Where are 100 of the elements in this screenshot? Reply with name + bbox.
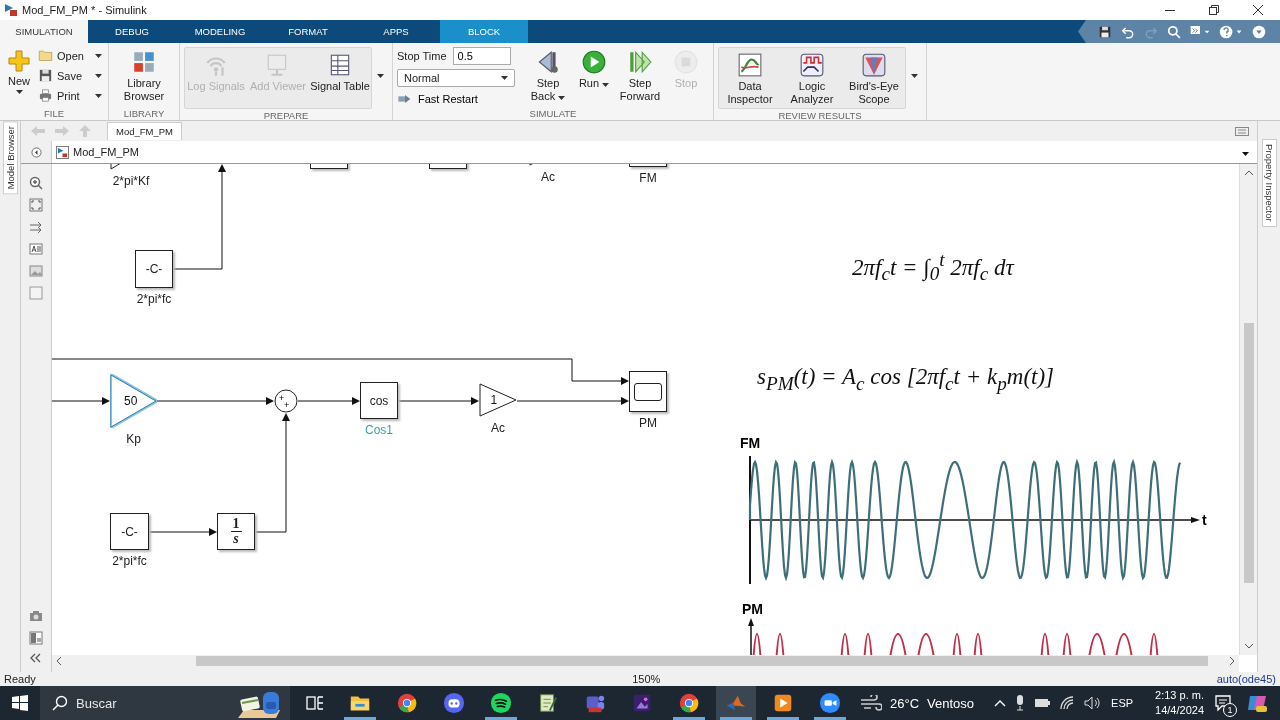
temperature[interactable]: 26°C xyxy=(890,695,920,711)
search-field[interactable]: Buscar xyxy=(40,686,290,720)
task-view-icon[interactable] xyxy=(306,695,324,711)
arrows-icon[interactable] xyxy=(29,220,43,234)
fast-restart-button[interactable]: Fast Restart xyxy=(397,91,515,107)
clock[interactable]: 2:13 p. m. 14/4/2024 xyxy=(1155,688,1204,718)
caret-icon xyxy=(910,74,918,78)
panel-icon[interactable] xyxy=(29,631,43,645)
caret-icon xyxy=(602,83,610,87)
group-label: LIBRARY xyxy=(122,107,166,120)
panel-tab[interactable]: Property Inspector xyxy=(1261,139,1277,227)
fit-view-icon[interactable] xyxy=(29,198,43,212)
wifi-icon[interactable] xyxy=(1059,696,1076,710)
app-icon xyxy=(631,692,653,714)
ribbon-button[interactable]: Step Back xyxy=(525,47,571,105)
chevron-icon[interactable] xyxy=(994,699,1007,707)
equation: s$_{PM}$(t) = A$_{c}$ cos [2πf$_{c}$t + k$_{p}$m(t)] xyxy=(757,364,1055,395)
block-label: 2*pi*Kf xyxy=(112,174,150,188)
group-label: FILE xyxy=(42,107,66,120)
ribbon-button[interactable]: Step Forward xyxy=(617,47,663,105)
battery-icon[interactable] xyxy=(1034,698,1051,708)
caret-icon xyxy=(95,73,102,78)
browser-icon xyxy=(678,692,700,714)
scroll-left-icon[interactable] xyxy=(56,657,61,665)
solver-link[interactable]: auto(ode45) xyxy=(1216,673,1276,685)
vertical-scrollbar[interactable] xyxy=(1239,164,1257,656)
scroll-right-icon[interactable] xyxy=(1230,657,1235,665)
start-icon xyxy=(12,695,28,711)
block-label: Kp xyxy=(126,432,141,446)
block-label: FM xyxy=(639,171,657,185)
block-label: Ac xyxy=(491,421,505,435)
line-chart-icon xyxy=(737,52,763,78)
ribbon-tab[interactable]: MODELING xyxy=(176,20,264,43)
weather-condition[interactable]: Ventoso xyxy=(927,695,975,711)
search-icon[interactable] xyxy=(1167,24,1181,39)
scroll-down-icon[interactable] xyxy=(1244,644,1253,650)
caret-icon xyxy=(15,90,23,94)
menu-icon[interactable] xyxy=(1252,24,1266,39)
ribbon-button[interactable]: Logic Analyzer xyxy=(781,50,843,108)
mode-dropdown[interactable]: Normal xyxy=(397,69,515,87)
ribbon-button[interactable]: Print xyxy=(36,87,104,104)
wind-icon xyxy=(860,695,882,711)
keyboard-icon[interactable] xyxy=(1235,126,1249,136)
ribbon-button[interactable]: Save xyxy=(36,67,104,84)
camera-icon[interactable] xyxy=(29,609,43,623)
constant-block: -C- xyxy=(110,513,149,550)
breadcrumb[interactable]: Mod_FM_PM xyxy=(73,146,140,158)
signal-line xyxy=(148,528,217,536)
zoom-icon[interactable] xyxy=(29,176,43,190)
text-icon[interactable] xyxy=(29,242,43,256)
grid-icon xyxy=(131,49,157,75)
block-label: Ac xyxy=(541,170,555,184)
signal-line xyxy=(52,397,110,405)
stop-time-field[interactable]: 0.5 xyxy=(452,47,511,65)
ribbon-tab[interactable]: DEBUG xyxy=(88,20,176,43)
ribbon-button[interactable]: Data Inspector xyxy=(719,50,781,108)
ribbon-button[interactable]: Signal Table xyxy=(309,50,371,95)
group-label: REVIEW RESULTS xyxy=(777,109,863,122)
ribbon-button[interactable]: Run xyxy=(571,47,617,92)
ribbon-button[interactable]: Library Browser xyxy=(113,47,175,105)
axis-label: t xyxy=(1202,512,1207,528)
scroll-up-icon[interactable] xyxy=(1244,170,1253,175)
language-indicator[interactable]: ESP xyxy=(1111,697,1134,709)
function-block: cos xyxy=(360,382,398,419)
document-tab[interactable]: Mod_FM_PM xyxy=(107,122,182,140)
ribbon-tab[interactable]: BLOCK xyxy=(440,20,528,43)
collapse-icon[interactable] xyxy=(30,653,42,663)
square-wave-icon xyxy=(799,52,825,78)
ribbon-tab[interactable]: SIMULATION xyxy=(0,20,88,43)
axis-label: FM xyxy=(740,435,761,451)
folder-icon xyxy=(38,48,53,63)
horizontal-scrollbar[interactable] xyxy=(52,655,1239,672)
signal-line xyxy=(297,397,360,405)
ribbon-tab[interactable]: APPS xyxy=(352,20,440,43)
panel-tab[interactable]: Model Browser xyxy=(2,121,18,195)
minimize-icon xyxy=(1165,9,1175,11)
gain-block: 50 xyxy=(110,374,157,428)
play-icon xyxy=(581,49,607,75)
notification-icon[interactable] xyxy=(1214,694,1232,712)
microphone-icon[interactable] xyxy=(1015,695,1026,711)
caret-icon xyxy=(376,74,384,78)
speaker-icon[interactable] xyxy=(1084,696,1103,710)
restore-icon xyxy=(1209,5,1219,15)
close-icon xyxy=(1253,5,1263,15)
notepad-icon xyxy=(537,692,559,714)
app-icon xyxy=(4,3,18,17)
plus-icon xyxy=(7,49,31,73)
model-icon xyxy=(56,145,69,159)
ribbon-button[interactable]: Bird's-Eye Scope xyxy=(843,50,905,108)
printer-icon xyxy=(38,88,53,103)
ribbon-button[interactable]: New xyxy=(4,47,34,96)
music-icon xyxy=(490,692,512,714)
ribbon-button[interactable]: Open xyxy=(36,47,104,64)
help-icon[interactable] xyxy=(1219,24,1243,39)
y-axis xyxy=(748,618,754,656)
block-label: Cos1 xyxy=(365,423,393,437)
hide-icon[interactable] xyxy=(30,146,42,158)
ribbon-tab[interactable]: FORMAT xyxy=(264,20,352,43)
axis-label: PM xyxy=(742,601,763,617)
status-text: Ready xyxy=(4,673,36,685)
